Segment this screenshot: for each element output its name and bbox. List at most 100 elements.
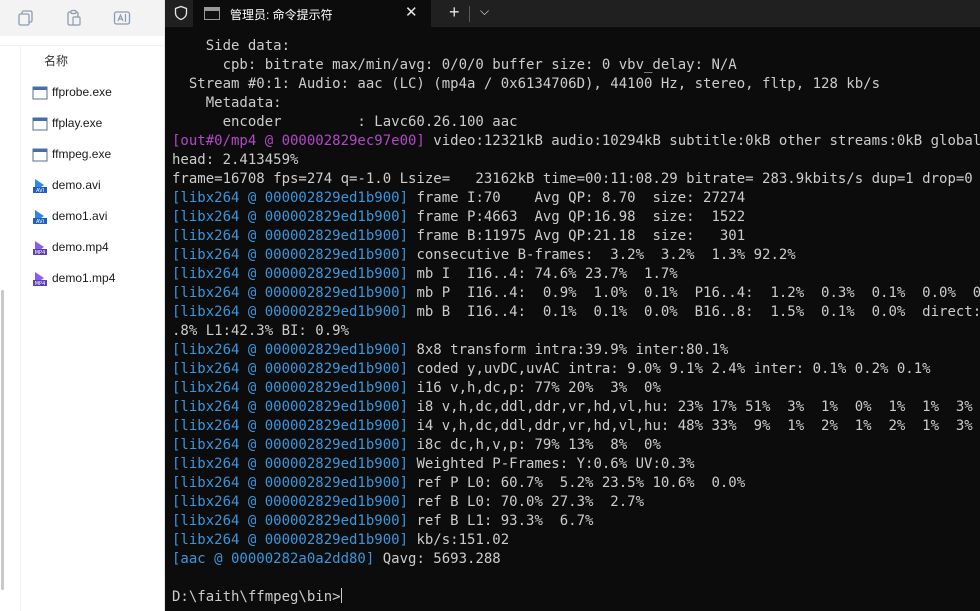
terminal-line: .8% L1:42.3% BI: 0.9% bbox=[172, 322, 980, 341]
terminal-output[interactable]: Side data: cpb: bitrate max/min/avg: 0/0… bbox=[172, 37, 980, 611]
terminal-line: head: 2.413459% bbox=[172, 151, 980, 170]
terminal-line: [libx264 @ 000002829ed1b900] ref P L0: 6… bbox=[172, 474, 980, 493]
terminal-line: [aac @ 00000282a0a2dd80] Qavg: 5693.288 bbox=[172, 550, 980, 569]
avi-video-icon: AVI bbox=[32, 209, 48, 225]
terminal-line: [libx264 @ 000002829ed1b900] i8 v,h,dc,d… bbox=[172, 398, 980, 417]
name-column-header[interactable]: 名称 bbox=[44, 52, 68, 69]
svg-text:MP4: MP4 bbox=[35, 250, 46, 256]
log-text: frame=16708 fps=274 q=-1.0 Lsize= 23162k… bbox=[172, 171, 973, 187]
log-text: .8% L1:42.3% BI: 0.9% bbox=[172, 323, 350, 339]
file-list-item[interactable]: MP4 demo1.mp4 bbox=[22, 264, 162, 294]
mp4-video-icon: MP4 bbox=[32, 271, 48, 287]
copy-icon[interactable] bbox=[17, 9, 35, 27]
terminal-line: [libx264 @ 000002829ed1b900] mb I I16..4… bbox=[172, 265, 980, 284]
terminal-line: [out#0/mp4 @ 000002829ec97e00] video:123… bbox=[172, 132, 980, 151]
log-source-tag: [libx264 @ 000002829ed1b900] bbox=[172, 418, 409, 434]
log-text: 8x8 transform intra:39.9% inter:80.1% bbox=[408, 342, 729, 358]
file-name: ffprobe.exe bbox=[52, 85, 112, 99]
log-source-tag: [libx264 @ 000002829ed1b900] bbox=[172, 532, 409, 548]
terminal-line: cpb: bitrate max/min/avg: 0/0/0 buffer s… bbox=[172, 56, 980, 75]
terminal-line: encoder : Lavc60.26.100 aac bbox=[172, 113, 980, 132]
terminal-line: [libx264 @ 000002829ed1b900] frame B:119… bbox=[172, 227, 980, 246]
terminal-line: [libx264 @ 000002829ed1b900] i8c dc,h,v,… bbox=[172, 436, 980, 455]
terminal-line: [libx264 @ 000002829ed1b900] ref B L0: 7… bbox=[172, 493, 980, 512]
log-text: cpb: bitrate max/min/avg: 0/0/0 buffer s… bbox=[172, 57, 737, 73]
log-text: ref B L1: 93.3% 6.7% bbox=[408, 513, 594, 529]
svg-text:MP4: MP4 bbox=[35, 281, 46, 287]
log-text: Metadata: bbox=[172, 95, 282, 111]
terminal-line: [libx264 @ 000002829ed1b900] kb/s:151.02 bbox=[172, 531, 980, 550]
rename-icon[interactable] bbox=[113, 9, 131, 27]
log-text: i4 v,h,dc,ddl,ddr,vr,hd,vl,hu: 48% 33% 9… bbox=[408, 418, 973, 434]
log-source-tag: [aac @ 00000282a0a2dd80] bbox=[172, 551, 375, 567]
log-source-tag: [libx264 @ 000002829ed1b900] bbox=[172, 228, 409, 244]
log-text: kb/s:151.02 bbox=[408, 532, 510, 548]
log-text: frame P:4663 Avg QP:16.98 size: 1522 bbox=[408, 209, 746, 225]
log-source-tag: [libx264 @ 000002829ed1b900] bbox=[172, 437, 409, 453]
log-source-tag: [libx264 @ 000002829ed1b900] bbox=[172, 304, 409, 320]
terminal-line: [libx264 @ 000002829ed1b900] mb P I16..4… bbox=[172, 284, 980, 303]
file-explorer-pane: 名称 ffprobe.exe ffplay.exe ffmpeg.exe AVI dem… bbox=[0, 0, 165, 611]
scrollbar-thumb[interactable] bbox=[1, 290, 4, 590]
cmd-icon bbox=[204, 7, 220, 20]
file-list-item[interactable]: MP4 demo.mp4 bbox=[22, 233, 162, 263]
terminal-line: [libx264 @ 000002829ed1b900] Weighted P-… bbox=[172, 455, 980, 474]
terminal-window: 管理员: 命令提示符 ✕ + ⌵ Side data: cpb: bitrate… bbox=[165, 0, 980, 611]
file-name: ffplay.exe bbox=[52, 116, 103, 130]
new-tab-icon[interactable]: + bbox=[449, 2, 460, 23]
log-source-tag: [libx264 @ 000002829ed1b900] bbox=[172, 380, 409, 396]
terminal-line: [libx264 @ 000002829ed1b900] mb B I16..4… bbox=[172, 303, 980, 322]
file-name: demo.mp4 bbox=[52, 240, 109, 254]
log-text: Stream #0:1: Audio: aac (LC) (mp4a / 0x6… bbox=[172, 76, 881, 92]
exe-icon bbox=[32, 85, 48, 101]
log-text: mb B I16..4: 0.1% 0.1% 0.0% B16..8: 1.5%… bbox=[416, 304, 980, 320]
log-text: encoder : Lavc60.26.100 aac bbox=[172, 114, 518, 130]
log-source-tag: [libx264 @ 000002829ed1b900] bbox=[172, 361, 409, 377]
close-icon[interactable]: ✕ bbox=[405, 3, 418, 21]
log-source-tag: [libx264 @ 000002829ed1b900] bbox=[172, 494, 409, 510]
svg-text:AVI: AVI bbox=[36, 188, 44, 194]
file-list-item[interactable]: ffmpeg.exe bbox=[22, 140, 162, 170]
terminal-line: frame=16708 fps=274 q=-1.0 Lsize= 23162k… bbox=[172, 170, 980, 189]
terminal-line: [libx264 @ 000002829ed1b900] consecutive… bbox=[172, 246, 980, 265]
file-name: ffmpeg.exe bbox=[52, 147, 112, 161]
file-list-item[interactable]: ffprobe.exe bbox=[22, 78, 162, 108]
file-name: demo1.mp4 bbox=[52, 271, 116, 285]
terminal-line: [libx264 @ 000002829ed1b900] frame I:70 … bbox=[172, 189, 980, 208]
log-text: coded y,uvDC,uvAC intra: 9.0% 9.1% 2.4% … bbox=[408, 361, 931, 377]
chevron-down-icon[interactable]: ⌵ bbox=[480, 4, 489, 19]
log-source-tag: [libx264 @ 000002829ed1b900] bbox=[172, 399, 409, 415]
paste-icon[interactable] bbox=[65, 9, 83, 27]
svg-text:AVI: AVI bbox=[36, 219, 44, 225]
log-text: i8 v,h,dc,ddl,ddr,vr,hd,vl,hu: 23% 17% 5… bbox=[408, 399, 973, 415]
log-text: Side data: bbox=[172, 38, 291, 54]
shield-icon[interactable] bbox=[173, 5, 189, 21]
terminal-line: [libx264 @ 000002829ed1b900] ref B L1: 9… bbox=[172, 512, 980, 531]
file-list-item[interactable]: AVI demo1.avi bbox=[22, 202, 162, 232]
tab-command-prompt[interactable]: 管理员: 命令提示符 ✕ bbox=[193, 0, 431, 27]
terminal-line: [libx264 @ 000002829ed1b900] 8x8 transfo… bbox=[172, 341, 980, 360]
file-name: demo1.avi bbox=[52, 209, 108, 223]
log-source-tag: [libx264 @ 000002829ed1b900] bbox=[172, 475, 409, 491]
text-cursor bbox=[340, 588, 342, 603]
exe-icon bbox=[32, 147, 48, 163]
log-text: Qavg: 5693.288 bbox=[374, 551, 501, 567]
file-list-item[interactable]: AVI demo.avi bbox=[22, 171, 162, 201]
log-text: video:12321kB audio:10294kB subtitle:0kB… bbox=[433, 133, 980, 149]
log-text: i16 v,h,dc,p: 77% 20% 3% 0% bbox=[408, 380, 661, 396]
terminal-line: [libx264 @ 000002829ed1b900] frame P:466… bbox=[172, 208, 980, 227]
terminal-line: Side data: bbox=[172, 37, 980, 56]
file-name: demo.avi bbox=[52, 178, 101, 192]
log-source-tag: [libx264 @ 000002829ed1b900] bbox=[172, 247, 409, 263]
log-text: i8c dc,h,v,p: 79% 13% 8% 0% bbox=[408, 437, 661, 453]
terminal-line: Stream #0:1: Audio: aac (LC) (mp4a / 0x6… bbox=[172, 75, 980, 94]
exe-icon bbox=[32, 116, 48, 132]
file-list-item[interactable]: ffplay.exe bbox=[22, 109, 162, 139]
log-text: mb I I16..4: 74.6% 23.7% 1.7% bbox=[408, 266, 678, 282]
log-source-tag: [libx264 @ 000002829ed1b900] bbox=[172, 285, 409, 301]
log-text: ref B L0: 70.0% 27.3% 2.7% bbox=[408, 494, 645, 510]
log-source-tag: [libx264 @ 000002829ed1b900] bbox=[172, 513, 409, 529]
log-source-tag: [out#0/mp4 @ 000002829ec97e00] bbox=[172, 133, 425, 149]
command-prompt-line[interactable]: D:\faith\ffmpeg\bin> bbox=[172, 588, 980, 607]
